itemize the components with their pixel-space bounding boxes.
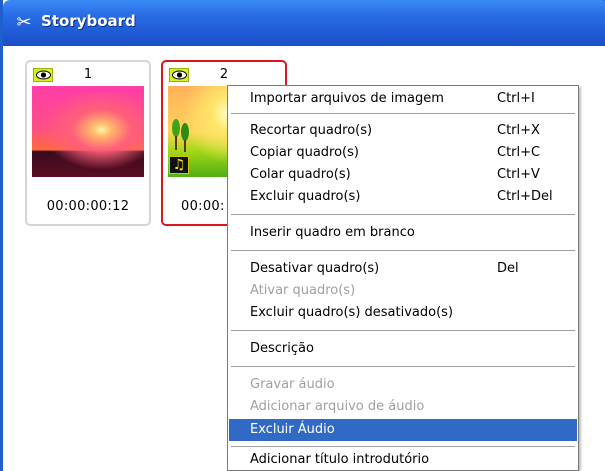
menu-item-insert-blank-frame[interactable]: Inserir quadro em branco — [229, 222, 577, 244]
storyboard-frame-1[interactable]: 1 00:00:00:12 — [25, 60, 151, 226]
scissors-icon: ✂ — [16, 12, 32, 33]
frame-duration: 00:00:00:12 — [46, 199, 130, 214]
frame-number: 2 — [219, 67, 229, 82]
menu-separator — [231, 446, 575, 447]
frame-thumbnail-sunset — [32, 86, 144, 177]
menu-item-cut-frames[interactable]: Recortar quadro(s) Ctrl+X — [229, 120, 577, 142]
menu-item-delete-frames[interactable]: Excluir quadro(s) Ctrl+Del — [229, 186, 577, 208]
menu-item-add-intro-title[interactable]: Adicionar título introdutório — [229, 449, 577, 471]
menu-item-enable-frames: Ativar quadro(s) — [250, 283, 356, 298]
menu-separator — [231, 330, 575, 331]
menu-separator — [231, 366, 575, 367]
menu-item-add-audio-file: Adicionar arquivo de áudio — [250, 399, 425, 414]
menu-separator — [231, 214, 575, 215]
menu-item-record-audio: Gravar áudio — [250, 377, 335, 392]
window-title: Storyboard — [41, 12, 136, 30]
context-menu: Importar arquivos de imagem Ctrl+I Recor… — [227, 85, 579, 471]
menu-item-disable-frames[interactable]: Desativar quadro(s) Del — [229, 258, 577, 280]
menu-item-copy-frames[interactable]: Copiar quadro(s) Ctrl+C — [229, 142, 577, 164]
menu-separator — [231, 113, 575, 114]
menu-item-delete-disabled-frames[interactable]: Excluir quadro(s) desativado(s) — [229, 302, 577, 324]
menu-item-paste-frames[interactable]: Colar quadro(s) Ctrl+V — [229, 164, 577, 186]
frame-number: 1 — [83, 67, 93, 82]
menu-item-description[interactable]: Descrição — [229, 338, 577, 360]
menu-item-delete-audio[interactable]: Excluir Áudio — [229, 419, 577, 441]
title-bar[interactable]: ✂ Storyboard — [3, 0, 605, 46]
menu-item-import-images[interactable]: Importar arquivos de imagem Ctrl+I — [229, 88, 577, 110]
menu-separator — [231, 250, 575, 251]
music-note-icon: ♫ — [169, 156, 189, 174]
